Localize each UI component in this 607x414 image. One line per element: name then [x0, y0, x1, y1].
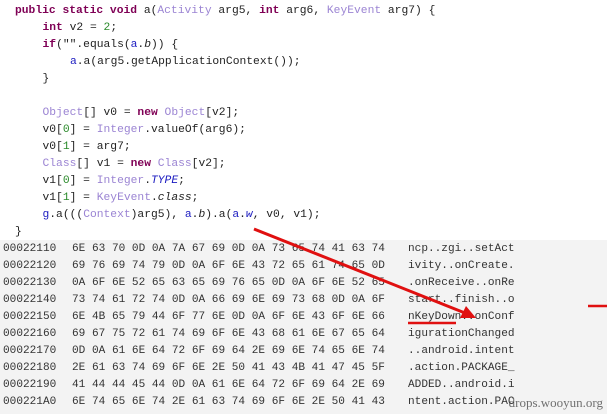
annotation-arrow: [253, 227, 471, 317]
annotation-overlay: [253, 227, 607, 325]
